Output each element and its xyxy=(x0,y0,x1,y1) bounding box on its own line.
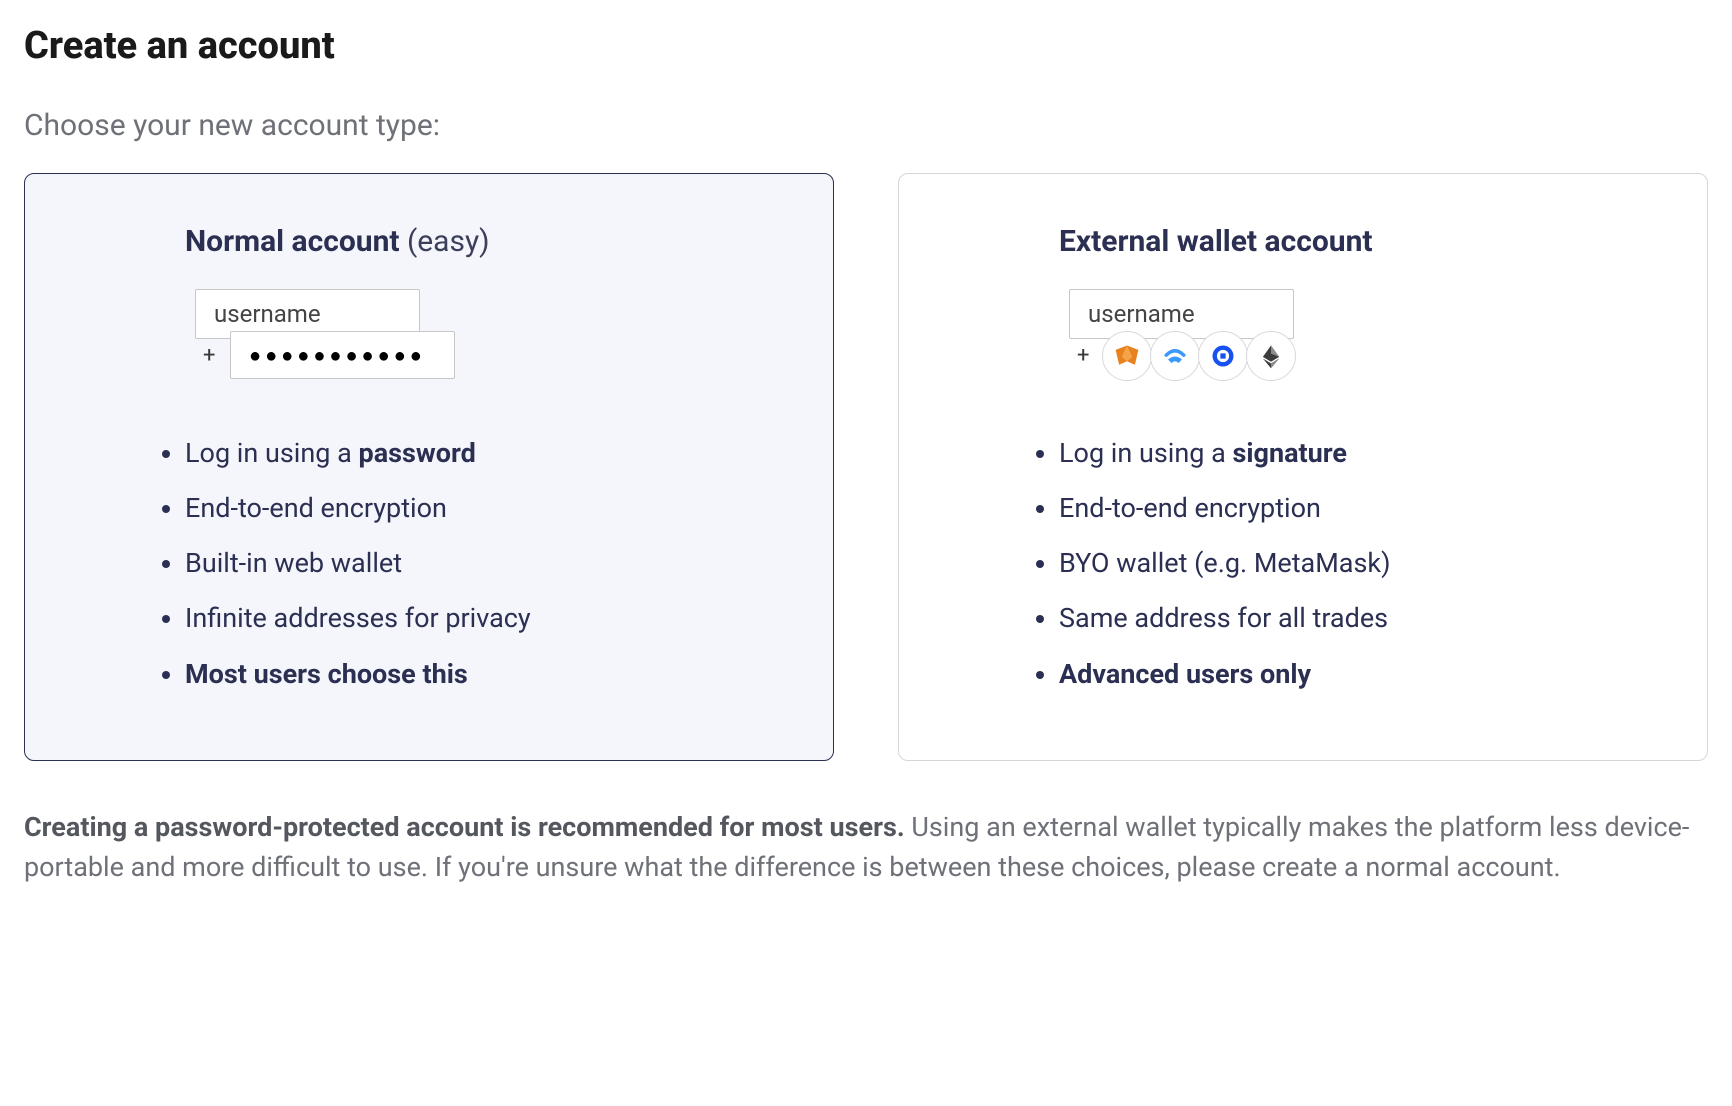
feature-item: Infinite addresses for privacy xyxy=(185,599,773,638)
feature-item: End-to-end encryption xyxy=(1059,489,1647,528)
feature-item: Same address for all trades xyxy=(1059,599,1647,638)
page-title: Create an account xyxy=(24,24,1708,68)
footer-note: Creating a password-protected account is… xyxy=(24,807,1704,888)
wallet-icons xyxy=(1104,331,1296,381)
normal-account-title: Normal account (easy) xyxy=(185,224,773,259)
page-subtitle: Choose your new account type: xyxy=(24,108,1708,143)
password-preview: ●●●●●●●●●●● xyxy=(230,331,455,379)
external-features-list: Log in using a signature End-to-end encry… xyxy=(1059,434,1647,694)
feature-item: Advanced users only xyxy=(1059,655,1647,694)
feature-item: End-to-end encryption xyxy=(185,489,773,528)
feature-item: Most users choose this xyxy=(185,655,773,694)
normal-account-card[interactable]: Normal account (easy) username + ●●●●●●●… xyxy=(24,173,834,761)
feature-item: Log in using a signature xyxy=(1059,434,1647,473)
ethereum-icon xyxy=(1246,331,1296,381)
external-illustration: username + xyxy=(1059,289,1647,389)
walletconnect-icon xyxy=(1150,331,1200,381)
external-wallet-card[interactable]: External wallet account username + Log i… xyxy=(898,173,1708,761)
external-wallet-title: External wallet account xyxy=(1059,224,1647,259)
metamask-icon xyxy=(1102,331,1152,381)
feature-item: Built-in web wallet xyxy=(185,544,773,583)
plus-icon: + xyxy=(1077,343,1089,368)
coinbase-icon xyxy=(1198,331,1248,381)
feature-item: BYO wallet (e.g. MetaMask) xyxy=(1059,544,1647,583)
feature-item: Log in using a password xyxy=(185,434,773,473)
plus-icon: + xyxy=(203,343,215,368)
normal-features-list: Log in using a password End-to-end encryp… xyxy=(185,434,773,694)
normal-illustration: username + ●●●●●●●●●●● xyxy=(185,289,773,389)
